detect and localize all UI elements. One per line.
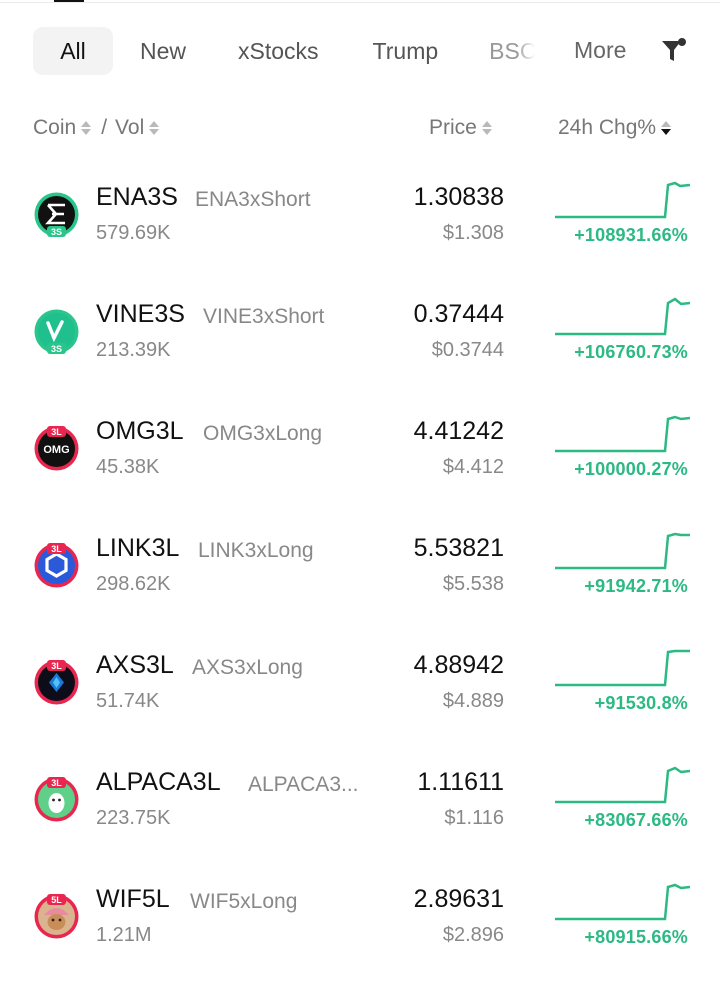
- vol-sort-label[interactable]: Vol: [115, 116, 144, 140]
- badge-text: 3L: [51, 661, 62, 671]
- coin-price: 1.11611: [417, 768, 504, 796]
- badge-text: 5L: [51, 895, 62, 905]
- badge-text: 3L: [51, 544, 62, 554]
- market-row[interactable]: 3L AXS3L AXS3xLong 51.74K 4.88942 $4.889…: [0, 628, 720, 745]
- alpaca-logo-icon: 3L: [33, 776, 80, 823]
- tab-xstocks[interactable]: xStocks: [238, 27, 319, 75]
- tab-new[interactable]: New: [140, 27, 186, 75]
- change-percent: +91942.71%: [584, 576, 688, 596]
- coin-sort-label[interactable]: Coin: [33, 116, 76, 140]
- coin-volume: 45.38K: [96, 456, 160, 478]
- coin-volume: 213.39K: [96, 339, 171, 361]
- chainlink-logo-icon: 3L: [33, 542, 80, 589]
- market-list: 3S ENA3S ENA3xShort 579.69K 1.30838 $1.3…: [0, 160, 720, 979]
- sparkline: [555, 883, 690, 921]
- badge-text: 3L: [51, 778, 62, 788]
- change-percent: +106760.73%: [574, 342, 688, 362]
- coin-volume: 223.75K: [96, 807, 171, 829]
- change-percent: +108931.66%: [574, 225, 688, 245]
- top-divider: [0, 2, 720, 3]
- coin-full-name: AXS3xLong: [192, 656, 303, 679]
- market-row[interactable]: 5L WIF5L WIF5xLong 1.21M 2.89631 $2.896 …: [0, 862, 720, 979]
- coin-full-name: OMG3xLong: [203, 422, 323, 445]
- coin-fiat-price: $2.896: [442, 924, 504, 946]
- sparkline: [555, 532, 690, 570]
- market-row[interactable]: 3S ENA3S ENA3xShort 579.69K 1.30838 $1.3…: [0, 160, 720, 277]
- coin-symbol: ENA3S: [96, 183, 178, 211]
- market-row[interactable]: 3S VINE3S VINE3xShort 213.39K 0.37444 $0…: [0, 277, 720, 394]
- coin-price: 1.30838: [413, 183, 504, 211]
- logo-text: OMG: [43, 444, 69, 456]
- coin-volume: 579.69K: [96, 222, 171, 244]
- coin-volume: 1.21M: [96, 924, 152, 946]
- badge-text: 3L: [51, 427, 62, 437]
- tab-all[interactable]: All: [33, 27, 113, 75]
- coin-fiat-price: $5.538: [442, 573, 504, 595]
- badge-text: 3S: [51, 344, 62, 354]
- coin-full-name: ENA3xShort: [195, 188, 311, 211]
- market-row[interactable]: OMG 3L OMG3L OMG3xLong 45.38K 4.41242 $4…: [0, 394, 720, 511]
- omg-logo-icon: OMG 3L: [33, 425, 80, 472]
- sparkline: [555, 766, 690, 804]
- wif-logo-icon: 5L: [33, 893, 80, 940]
- sparkline: [555, 181, 690, 219]
- coin-full-name: WIF5xLong: [190, 890, 298, 913]
- price-sort-label[interactable]: Price: [429, 116, 477, 140]
- coin-full-name: LINK3xLong: [198, 539, 314, 562]
- sparkline: [555, 415, 690, 453]
- coin-fiat-price: $4.889: [442, 690, 504, 712]
- coin-full-name: ALPACA3...: [248, 773, 359, 796]
- coin-symbol: WIF5L: [96, 885, 170, 913]
- coin-price: 0.37444: [413, 300, 504, 328]
- coin-symbol: VINE3S: [96, 300, 185, 328]
- sort-desc-icon[interactable]: [661, 121, 672, 135]
- change-sort-label[interactable]: 24h Chg%: [558, 116, 656, 140]
- change-percent: +100000.27%: [574, 459, 688, 479]
- vine-logo-icon: 3S: [33, 308, 80, 355]
- coin-price: 4.41242: [413, 417, 504, 445]
- sparkline: [555, 649, 690, 687]
- ena-logo-icon: 3S: [33, 191, 80, 238]
- badge-text: 3S: [51, 227, 62, 237]
- axs-logo-icon: 3L: [33, 659, 80, 706]
- sort-icon[interactable]: [149, 121, 160, 135]
- tab-trump[interactable]: Trump: [373, 27, 439, 75]
- coin-fiat-price: $4.412: [442, 456, 504, 478]
- more-tabs-button[interactable]: More: [574, 26, 626, 74]
- coin-fiat-price: $0.3744: [431, 339, 504, 361]
- coin-symbol: AXS3L: [96, 651, 174, 679]
- category-tabs: All New xStocks Trump BSC More: [33, 26, 720, 76]
- change-percent: +83067.66%: [584, 810, 688, 830]
- coin-volume: 298.62K: [96, 573, 171, 595]
- tab-bsc[interactable]: BSC: [489, 27, 535, 75]
- coin-full-name: VINE3xShort: [203, 305, 325, 328]
- coin-symbol: OMG3L: [96, 417, 184, 445]
- market-row[interactable]: 3L LINK3L LINK3xLong 298.62K 5.53821 $5.…: [0, 511, 720, 628]
- sort-icon[interactable]: [81, 121, 92, 135]
- coin-symbol: ALPACA3L: [96, 768, 221, 796]
- coin-symbol: LINK3L: [96, 534, 180, 562]
- filter-icon[interactable]: [659, 36, 689, 66]
- list-header: Coin / Vol Price 24h Chg%: [33, 116, 688, 144]
- header-separator: /: [101, 116, 108, 139]
- coin-fiat-price: $1.116: [444, 807, 504, 829]
- sparkline: [555, 297, 690, 336]
- coin-fiat-price: $1.308: [442, 222, 504, 244]
- coin-price: 5.53821: [413, 534, 504, 562]
- coin-volume: 51.74K: [96, 690, 160, 712]
- sort-icon[interactable]: [481, 121, 492, 135]
- coin-price: 2.89631: [413, 885, 504, 913]
- change-percent: +91530.8%: [594, 693, 688, 713]
- market-row[interactable]: 3L ALPACA3L ALPACA3... 223.75K 1.11611 $…: [0, 745, 720, 862]
- coin-price: 4.88942: [413, 651, 504, 679]
- change-percent: +80915.66%: [584, 927, 688, 947]
